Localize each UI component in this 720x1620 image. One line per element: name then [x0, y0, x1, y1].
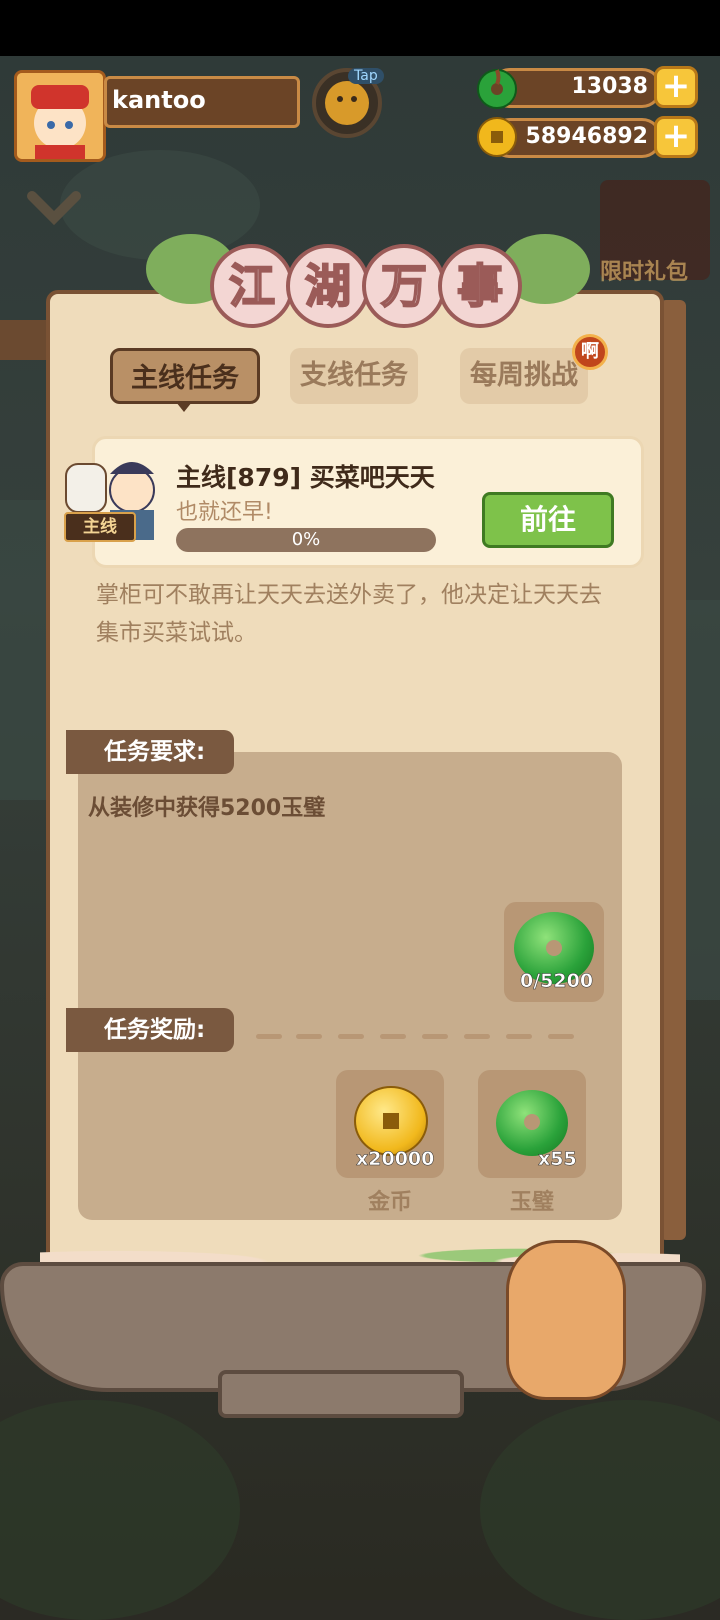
title-char: 江: [210, 244, 294, 328]
divider: [422, 1034, 448, 1039]
reward-count-jade: x55: [538, 1148, 577, 1171]
quest-subtitle: 也就还早!: [176, 500, 273, 525]
quest-progress-text: 0%: [291, 529, 321, 550]
reward-name-gold: 金币: [367, 1190, 412, 1215]
divider: [506, 1034, 532, 1039]
main-quest-tag: 主线: [64, 512, 136, 542]
reward-name-jade: 玉璧: [509, 1190, 554, 1215]
add-jade-button[interactable]: +: [654, 66, 698, 108]
title-char: 事: [438, 244, 522, 328]
coin-icon: [474, 114, 520, 160]
title-char: 湖: [286, 244, 370, 328]
gold-value: 58946892: [525, 124, 648, 149]
title-char: 万: [362, 244, 446, 328]
quest-title: 主线[879] 买菜吧天天: [176, 463, 435, 492]
requirement-count: 0/5200: [520, 970, 594, 993]
tab-side-quest[interactable]: 支线任务: [290, 348, 418, 404]
player-avatar[interactable]: [14, 70, 106, 162]
jade-value: 13038: [571, 74, 648, 99]
tab-main-quest[interactable]: 主线任务: [110, 348, 260, 404]
cat-decoration: [506, 1240, 626, 1400]
tab-weekly-challenge[interactable]: 每周挑战: [460, 348, 588, 404]
jade-hole: [524, 1114, 540, 1130]
limited-gift-label: 限时礼包: [600, 260, 689, 285]
divider: [548, 1034, 574, 1039]
divider: [380, 1034, 406, 1039]
divider: [296, 1034, 322, 1039]
divider: [256, 1034, 282, 1039]
requirements-label: 任务要求:: [66, 730, 234, 774]
add-gold-button[interactable]: +: [654, 116, 698, 158]
scroll-rod-left: [0, 320, 50, 360]
jade-icon: [474, 64, 520, 110]
tab-pointer: [176, 402, 192, 412]
divider: [464, 1034, 490, 1039]
player-name: kantoo: [112, 86, 206, 114]
jade-hole: [546, 940, 562, 956]
quest-description: 掌柜可不敢再让天天去送外卖了，他决定让天天去集市买菜试试。: [96, 582, 602, 646]
notification-badge: 啊: [572, 334, 608, 370]
coin-hole: [383, 1113, 399, 1129]
go-button[interactable]: 前往: [482, 492, 614, 548]
bowl-base: [218, 1370, 464, 1418]
reward-count-gold: x20000: [356, 1148, 435, 1171]
requirements-text: 从装修中获得5200玉璧: [88, 796, 326, 821]
tap-label: Tap: [348, 68, 384, 84]
divider: [338, 1034, 364, 1039]
rewards-label: 任务奖励:: [66, 1008, 234, 1052]
chevron-down-icon[interactable]: [26, 186, 82, 230]
